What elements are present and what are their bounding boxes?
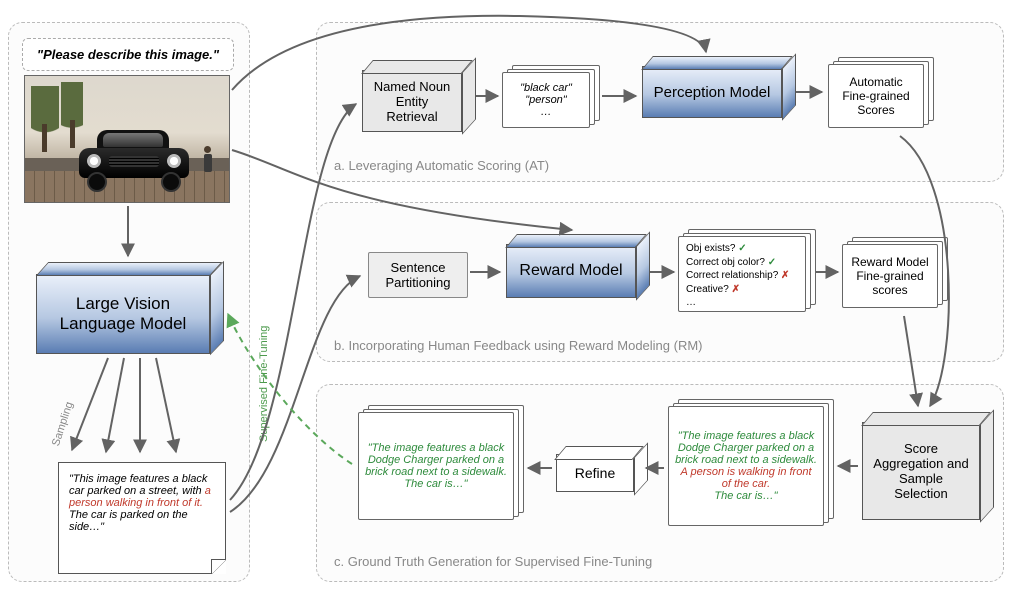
rm-checks-stack: Obj exists? ✓ Correct obj color? ✓ Corre… bbox=[678, 236, 806, 312]
perception-model-box: Perception Model bbox=[642, 56, 792, 118]
rm-scores-stack: Reward Model Fine-grained scores bbox=[842, 244, 938, 308]
nner-box: Named Noun Entity Retrieval bbox=[362, 60, 472, 132]
sft-label: Supervised Fine-Tuning bbox=[258, 326, 270, 442]
entities-stack: "black car" "person" … bbox=[502, 72, 590, 128]
after-refine-stack: "The image features a black Dodge Charge… bbox=[358, 412, 514, 520]
before-refine-stack: "The image features a black Dodge Charge… bbox=[668, 406, 824, 526]
input-image-car bbox=[24, 75, 230, 203]
vlm-model-box: Large Vision Language Model bbox=[36, 262, 222, 354]
refine-box: Refine bbox=[556, 446, 642, 492]
score-agg-box: Score Aggregation and Sample Selection bbox=[862, 412, 990, 520]
panel-a-caption: a. Leveraging Automatic Scoring (AT) bbox=[334, 158, 549, 173]
sample-post: The car is parked on the side…" bbox=[69, 509, 188, 533]
cross-icon: ✗ bbox=[732, 284, 740, 295]
panel-b-caption: b. Incorporating Human Feedback using Re… bbox=[334, 338, 703, 353]
cross-icon: ✗ bbox=[781, 270, 789, 281]
sampled-caption-note: "This image features a black car parked … bbox=[58, 462, 226, 574]
prompt-text: "Please describe this image." bbox=[37, 47, 219, 62]
entities-text: "black car" "person" … bbox=[502, 72, 590, 128]
panel-c-caption: c. Ground Truth Generation for Supervise… bbox=[334, 554, 652, 569]
rm-scores-text: Reward Model Fine-grained scores bbox=[842, 244, 938, 308]
sentence-partitioning-box: Sentence Partitioning bbox=[368, 252, 468, 298]
vlm-label: Large Vision Language Model bbox=[36, 274, 210, 354]
auto-scores-stack: Automatic Fine-grained Scores bbox=[828, 64, 924, 128]
check-icon: ✓ bbox=[768, 257, 776, 268]
reward-model-box: Reward Model bbox=[506, 234, 646, 298]
sample-pre: "This image features a black car parked … bbox=[69, 473, 207, 497]
prompt-bubble: "Please describe this image." bbox=[22, 38, 234, 71]
check-icon: ✓ bbox=[738, 243, 746, 254]
auto-scores-text: Automatic Fine-grained Scores bbox=[828, 64, 924, 128]
